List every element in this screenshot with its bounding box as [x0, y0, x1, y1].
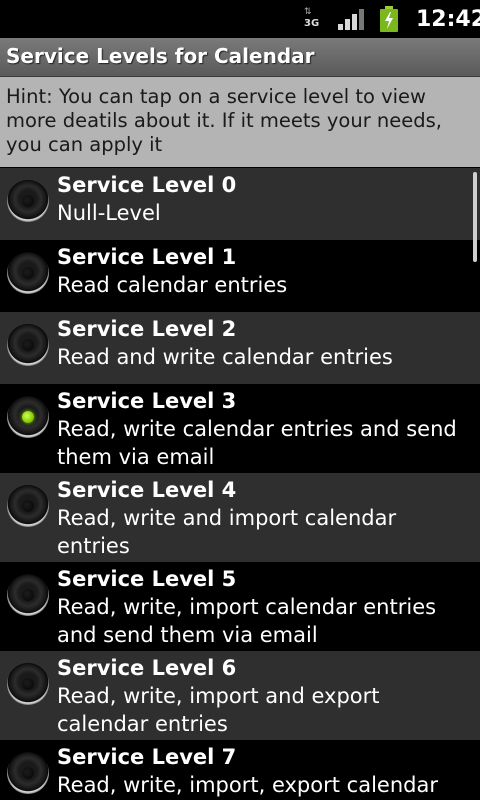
service-level-item-5[interactable]: Service Level 5 Read, write, import cale…	[0, 562, 480, 651]
service-level-item-1[interactable]: Service Level 1 Read calendar entries	[0, 240, 480, 312]
network-3g-icon: ⇅ 3G	[304, 7, 320, 29]
service-level-description: Read, write, import calendar entries and…	[57, 595, 437, 647]
hint-text: Hint: You can tap on a service level to …	[6, 85, 442, 156]
service-level-description: Read calendar entries	[57, 273, 288, 297]
radio-button[interactable]	[7, 752, 49, 794]
radio-button[interactable]	[7, 663, 49, 705]
clock: 12:42	[416, 7, 480, 32]
service-level-title: Service Level 5	[57, 567, 237, 591]
service-level-title: Service Level 0	[57, 173, 237, 197]
service-level-title: Service Level 3	[57, 389, 237, 413]
signal-strength-icon	[338, 8, 364, 30]
service-level-description: Read, write and import calendar entries	[57, 506, 397, 558]
title-bar: Service Levels for Calendar	[0, 38, 480, 77]
scrollbar[interactable]	[473, 172, 477, 262]
service-level-title: Service Level 4	[57, 478, 237, 502]
radio-button[interactable]	[7, 180, 49, 222]
service-level-item-6[interactable]: Service Level 6 Read, write, import and …	[0, 651, 480, 740]
service-level-description: Read, write, import and export calendar …	[57, 684, 380, 736]
battery-charging-icon	[378, 6, 400, 32]
service-level-item-4[interactable]: Service Level 4 Read, write and import c…	[0, 473, 480, 562]
radio-button[interactable]	[7, 324, 49, 366]
service-level-item-0[interactable]: Service Level 0 Null-Level	[0, 168, 480, 240]
service-level-description: Read and write calendar entries	[57, 345, 393, 369]
service-level-title: Service Level 6	[57, 656, 237, 680]
status-bar: ⇅ 3G 12:42	[0, 0, 480, 38]
service-level-list[interactable]: Service Level 0 Null-Level Service Level…	[0, 168, 480, 800]
service-level-title: Service Level 2	[57, 317, 237, 341]
service-level-description: Read, write calendar entries and send th…	[57, 417, 457, 469]
service-level-description: Read, write, import, export calendar	[57, 773, 438, 797]
hint-panel: Hint: You can tap on a service level to …	[0, 77, 480, 167]
service-level-item-3[interactable]: Service Level 3 Read, write calendar ent…	[0, 384, 480, 473]
service-level-item-7[interactable]: Service Level 7 Read, write, import, exp…	[0, 740, 480, 800]
radio-button[interactable]	[7, 574, 49, 616]
radio-button-selected[interactable]	[7, 396, 49, 438]
service-level-title: Service Level 1	[57, 245, 237, 269]
service-level-description: Null-Level	[57, 201, 161, 225]
service-level-title: Service Level 7	[57, 745, 237, 769]
service-level-item-2[interactable]: Service Level 2 Read and write calendar …	[0, 312, 480, 384]
radio-button[interactable]	[7, 485, 49, 527]
radio-button[interactable]	[7, 252, 49, 294]
page-title: Service Levels for Calendar	[6, 44, 315, 68]
